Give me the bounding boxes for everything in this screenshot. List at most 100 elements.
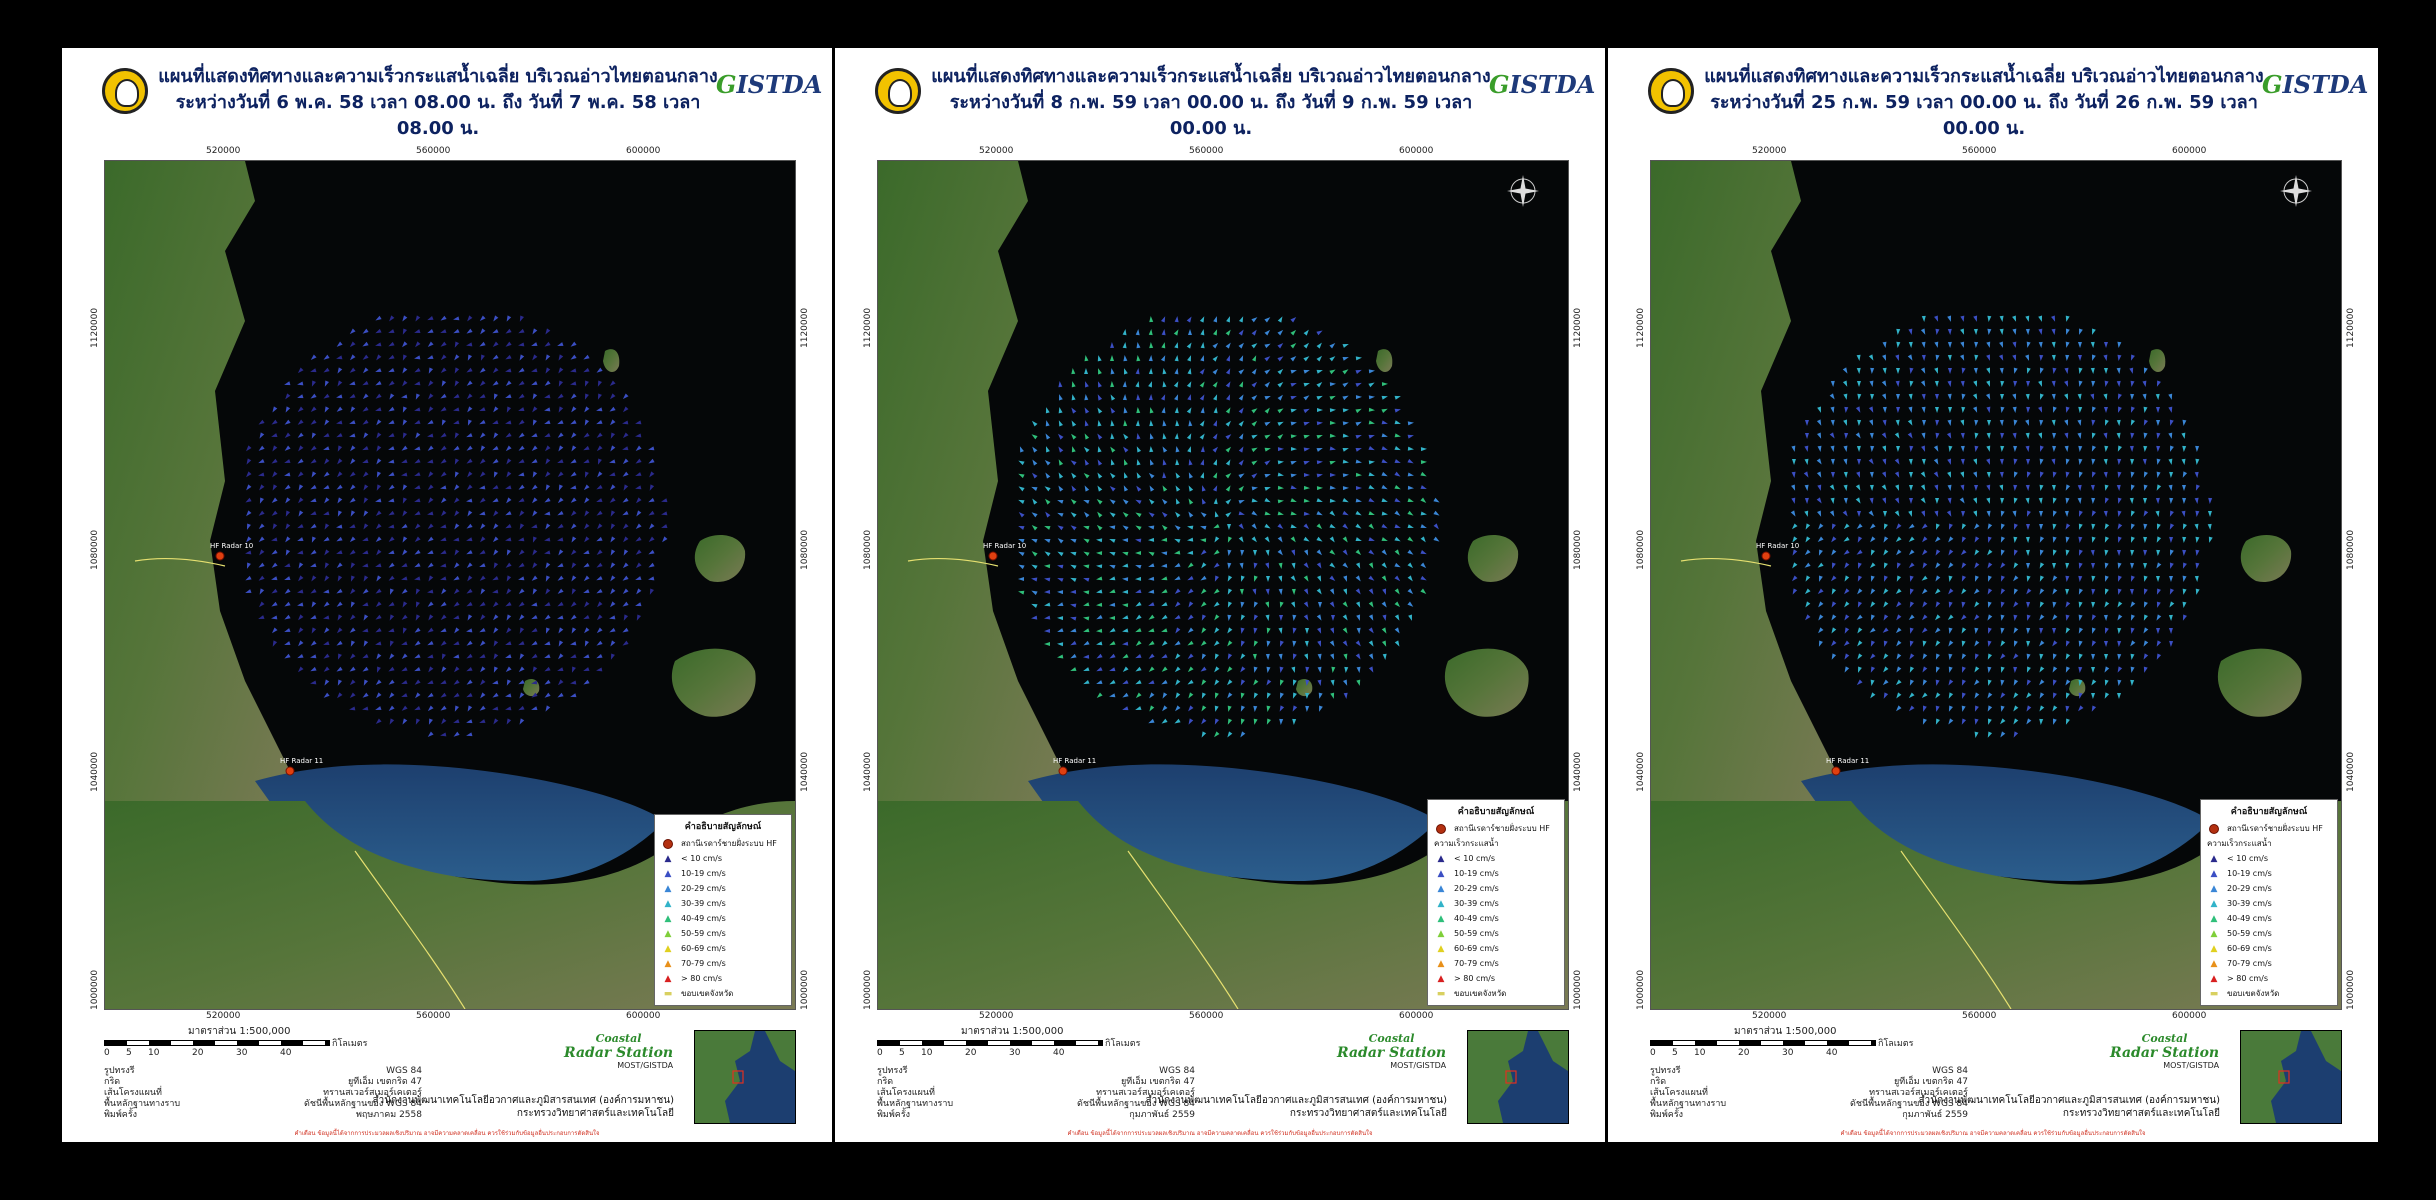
arrow-icon: ▲: [664, 928, 672, 939]
legend-title: คำอธิบายสัญลักษณ์: [2230, 807, 2308, 817]
arrow-icon: ▲: [664, 943, 672, 954]
scale-title: มาตราส่วน 1:500,000: [961, 1026, 1064, 1037]
x-tick-bottom: 560000: [1189, 1011, 1224, 1021]
legend-boundary-row: ▬ ขอบเขตจังหวัด: [661, 986, 785, 1001]
legend-speed-row: ▲ 10-19 cm/s: [1434, 866, 1558, 881]
y-tick-right: 1000000: [800, 969, 810, 1010]
map-title: แผนที่แสดงทิศทางและความเร็วกระแสน้ำเฉลี่…: [1704, 64, 2264, 142]
legend-speed-row: ▲ > 80 cm/s: [661, 971, 785, 986]
coastal-radar-logo: Coastal Radar Station MOST/GISTDA: [1337, 1032, 1447, 1070]
y-tick-right: 1120000: [1573, 307, 1583, 348]
metadata-row: กริด ยูทีเอ็ม เขตกริด 47: [104, 1077, 422, 1087]
map-legend: คำอธิบายสัญลักษณ์สถานีเรดาร์ชายฝั่งระบบ …: [2200, 799, 2338, 1006]
x-tick-top: 560000: [1189, 146, 1224, 156]
scale-tick-label: 40: [1826, 1048, 1838, 1058]
x-tick-bottom: 600000: [2172, 1011, 2207, 1021]
coastal-radar-logo: Coastal Radar Station MOST/GISTDA: [2110, 1032, 2220, 1070]
map-footer: มาตราส่วน 1:500,000 กิโลเมตร 0 5 10 20 30 40 …: [877, 1024, 1569, 1134]
arrow-icon: ▲: [664, 868, 672, 879]
map-panel-2: แผนที่แสดงทิศทางและความเร็วกระแสน้ำเฉลี่…: [835, 48, 1605, 1142]
arrow-icon: ▲: [664, 853, 672, 864]
scale-tick-label: 20: [192, 1048, 204, 1058]
x-tick-top: 600000: [1399, 146, 1434, 156]
legend-speed-row: ▲ > 80 cm/s: [1434, 971, 1558, 986]
arrow-icon: ▲: [1437, 853, 1445, 864]
scale-tick-label: 30: [1009, 1048, 1021, 1058]
arrow-icon: ▲: [1437, 928, 1445, 939]
coastal-radar-logo: Coastal Radar Station MOST/GISTDA: [564, 1032, 674, 1070]
x-tick-top: 560000: [416, 146, 451, 156]
legend-speed-row: ▲ 10-19 cm/s: [661, 866, 785, 881]
hf-radar-station-icon: [1058, 766, 1068, 776]
y-tick-right: 1080000: [800, 529, 810, 570]
radar-station-label: HF Radar 10: [210, 542, 253, 550]
arrow-icon: ▲: [2210, 898, 2218, 909]
disclaimer-note: คำเตือน ข้อมูลนี้ได้จากการประมวลผลเชิงปร…: [294, 1130, 600, 1137]
x-tick-top: 560000: [1962, 146, 1997, 156]
y-tick-right: 1040000: [800, 751, 810, 792]
map-footer: มาตราส่วน 1:500,000 กิโลเมตร 0 5 10 20 30 40 …: [1650, 1024, 2342, 1134]
y-tick-right: 1120000: [2346, 307, 2356, 348]
legend-speed-row: ▲ 50-59 cm/s: [1434, 926, 1558, 941]
metadata-row: กริด ยูทีเอ็ม เขตกริด 47: [1650, 1077, 1968, 1087]
legend-station-row: สถานีเรดาร์ชายฝั่งระบบ HF: [2207, 821, 2331, 836]
legend-speed-row: ▲ 70-79 cm/s: [2207, 956, 2331, 971]
gistda-emblem-icon: [1648, 68, 1694, 114]
legend-station-row: สถานีเรดาร์ชายฝั่งระบบ HF: [661, 836, 785, 851]
scale-tick-label: 0: [1650, 1048, 1656, 1058]
legend-speed-row: ▲ 50-59 cm/s: [661, 926, 785, 941]
legend-station-icon: [2207, 823, 2221, 834]
legend-speed-row: ▲ 70-79 cm/s: [1434, 956, 1558, 971]
map-title: แผนที่แสดงทิศทางและความเร็วกระแสน้ำเฉลี่…: [931, 64, 1491, 142]
legend-speed-row: ▲ > 80 cm/s: [2207, 971, 2331, 986]
arrow-icon: ▲: [1437, 973, 1445, 984]
arrow-icon: ▲: [2210, 973, 2218, 984]
gistda-emblem-icon: [102, 68, 148, 114]
map-footer: มาตราส่วน 1:500,000 กิโลเมตร 0 5 10 20 30 40 …: [104, 1024, 796, 1134]
arrow-icon: ▲: [2210, 943, 2218, 954]
legend-speed-row: ▲ 20-29 cm/s: [661, 881, 785, 896]
arrow-icon: ▲: [2210, 853, 2218, 864]
title-line-2: ระหว่างวันที่ 25 ก.พ. 59 เวลา 00.00 น. ถ…: [1710, 92, 2258, 139]
legend-speed-heading: ความเร็วกระแสน้ำ: [1434, 839, 1499, 848]
x-tick-bottom: 520000: [206, 1011, 241, 1021]
title-line-2: ระหว่างวันที่ 8 ก.พ. 59 เวลา 00.00 น. ถึ…: [949, 92, 1473, 139]
x-tick-bottom: 520000: [979, 1011, 1014, 1021]
y-tick-left: 1040000: [863, 751, 873, 792]
scale-tick-label: 30: [1782, 1048, 1794, 1058]
agency-name: สำนักงานพัฒนาเทคโนโลยีอวกาศและภูมิสารสนเ…: [1918, 1095, 2220, 1119]
locator-inset-map: [2240, 1030, 2342, 1124]
y-tick-right: 1000000: [1573, 969, 1583, 1010]
legend-boundary-row: ▬ ขอบเขตจังหวัด: [2207, 986, 2331, 1001]
legend-speed-row: ▲ 30-39 cm/s: [2207, 896, 2331, 911]
arrow-icon: ▲: [2210, 868, 2218, 879]
radar-station-label: HF Radar 10: [983, 542, 1026, 550]
radar-station-label: HF Radar 11: [1826, 757, 1869, 765]
disclaimer-note: คำเตือน ข้อมูลนี้ได้จากการประมวลผลเชิงปร…: [1840, 1130, 2146, 1137]
legend-speed-row: ▲ 60-69 cm/s: [661, 941, 785, 956]
legend-speed-row: ▲ 30-39 cm/s: [1434, 896, 1558, 911]
legend-speed-row: ▲ 70-79 cm/s: [661, 956, 785, 971]
legend-speed-row: ▲ 30-39 cm/s: [661, 896, 785, 911]
arrow-icon: ▲: [2210, 958, 2218, 969]
scale-tick-label: 5: [126, 1048, 132, 1058]
legend-speed-row: ▲ 40-49 cm/s: [2207, 911, 2331, 926]
hf-radar-station-icon: [1831, 766, 1841, 776]
arrow-icon: ▲: [2210, 913, 2218, 924]
scale-tick-label: 0: [104, 1048, 110, 1058]
legend-speed-row: ▲ < 10 cm/s: [661, 851, 785, 866]
legend-speed-row: ▲ 60-69 cm/s: [2207, 941, 2331, 956]
gistda-logo: GISTDA: [716, 70, 823, 99]
map-legend: คำอธิบายสัญลักษณ์ สถานีเรดาร์ชายฝั่งระบบ …: [1427, 799, 1565, 1006]
metadata-row: รูปทรงรี WGS 84: [877, 1066, 1195, 1076]
arrow-icon: ▲: [1437, 898, 1445, 909]
agency-name: สำนักงานพัฒนาเทคโนโลยีอวกาศและภูมิสารสนเ…: [1145, 1095, 1447, 1119]
map-title: แผนที่แสดงทิศทางและความเร็วกระแสน้ำเฉลี่…: [158, 64, 718, 142]
y-tick-left: 1080000: [1636, 529, 1646, 570]
y-tick-right: 1120000: [800, 307, 810, 348]
title-line-2: ระหว่างวันที่ 6 พ.ค. 58 เวลา 08.00 น. ถึ…: [175, 92, 701, 139]
legend-station-icon: [1434, 823, 1448, 834]
title-line-1: แผนที่แสดงทิศทางและความเร็วกระแสน้ำเฉลี่…: [158, 66, 718, 87]
x-tick-top: 520000: [979, 146, 1014, 156]
scale-tick-label: 40: [1053, 1048, 1065, 1058]
